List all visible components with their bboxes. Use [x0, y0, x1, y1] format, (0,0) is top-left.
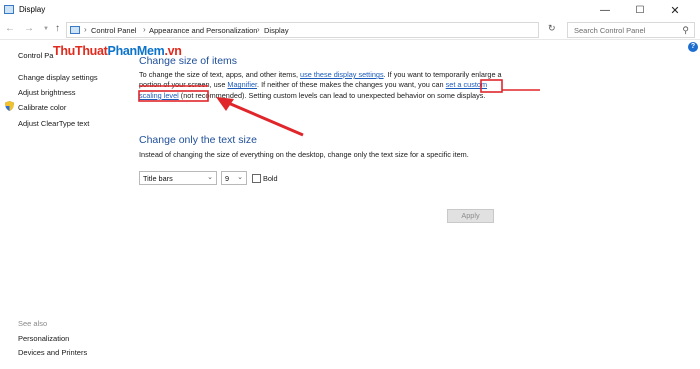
close-button[interactable]: ✕ — [660, 0, 690, 20]
recent-locations-chevron-icon[interactable]: ▼ — [43, 26, 49, 32]
text-size-heading: Change only the text size — [139, 134, 257, 146]
breadcrumb-separator-icon: › — [143, 25, 146, 34]
sidebar-item-adjust-brightness[interactable]: Adjust brightness — [18, 88, 76, 97]
change-size-description: To change the size of text, apps, and ot… — [139, 70, 502, 100]
help-icon[interactable]: ? — [688, 42, 698, 52]
apply-button[interactable]: Apply — [447, 209, 494, 223]
breadcrumb-separator-icon: › — [257, 25, 260, 34]
annotation-arrow-shaft — [225, 100, 304, 137]
shield-icon — [5, 101, 14, 111]
title-bar: Display — ☐ ✕ — [0, 0, 700, 20]
refresh-icon[interactable]: ↻ — [548, 23, 556, 34]
see-also-personalization[interactable]: Personalization — [18, 334, 69, 343]
navigation-bar: ← → ▼ ↑ › Control Panel › Appearance and… — [0, 20, 700, 40]
breadcrumb-display[interactable]: Display — [264, 26, 289, 35]
bold-checkbox[interactable] — [252, 174, 261, 183]
sidebar-item-change-display-settings[interactable]: Change display settings — [18, 73, 98, 82]
see-also-heading: See also — [18, 319, 48, 328]
font-size-select[interactable]: 9 ⌄ — [221, 171, 247, 185]
bold-checkbox-label: Bold — [263, 174, 278, 183]
window-title: Display — [19, 5, 46, 14]
breadcrumb-appearance[interactable]: Appearance and Personalization — [149, 26, 257, 35]
sidebar-item-adjust-cleartype[interactable]: Adjust ClearType text — [18, 119, 89, 128]
display-settings-link[interactable]: use these display settings — [300, 70, 384, 79]
breadcrumb-control-panel[interactable]: Control Panel — [91, 26, 136, 35]
minimize-button[interactable]: — — [590, 0, 620, 20]
up-arrow-icon[interactable]: ↑ — [55, 23, 60, 34]
magnifier-link[interactable]: Magnifier — [227, 80, 257, 89]
control-panel-home-link[interactable]: Control Pa — [18, 51, 53, 60]
forward-arrow-icon[interactable]: → — [24, 23, 34, 34]
see-also-devices-printers[interactable]: Devices and Printers — [18, 348, 87, 357]
left-pane: Control Pa Change display settings Adjus… — [0, 40, 130, 369]
address-bar[interactable]: › Control Panel › Appearance and Persona… — [66, 22, 598, 38]
control-panel-small-icon — [70, 26, 80, 34]
item-select[interactable]: Title bars ⌄ — [139, 171, 217, 185]
search-icon[interactable]: ⚲ — [682, 25, 689, 36]
breadcrumb-separator-icon: › — [84, 25, 87, 34]
change-size-heading: Change size of items — [139, 55, 238, 67]
text-size-description: Instead of changing the size of everythi… — [139, 150, 469, 159]
chevron-down-icon: ⌄ — [237, 174, 243, 181]
chevron-down-icon: ⌄ — [207, 174, 213, 181]
search-box[interactable]: Search Control Panel ⚲ — [567, 22, 695, 38]
back-arrow-icon[interactable]: ← — [5, 23, 15, 34]
search-placeholder: Search Control Panel — [574, 26, 646, 35]
control-panel-icon — [4, 5, 14, 14]
maximize-button[interactable]: ☐ — [625, 0, 655, 20]
sidebar-item-calibrate-color[interactable]: Calibrate color — [18, 103, 66, 112]
